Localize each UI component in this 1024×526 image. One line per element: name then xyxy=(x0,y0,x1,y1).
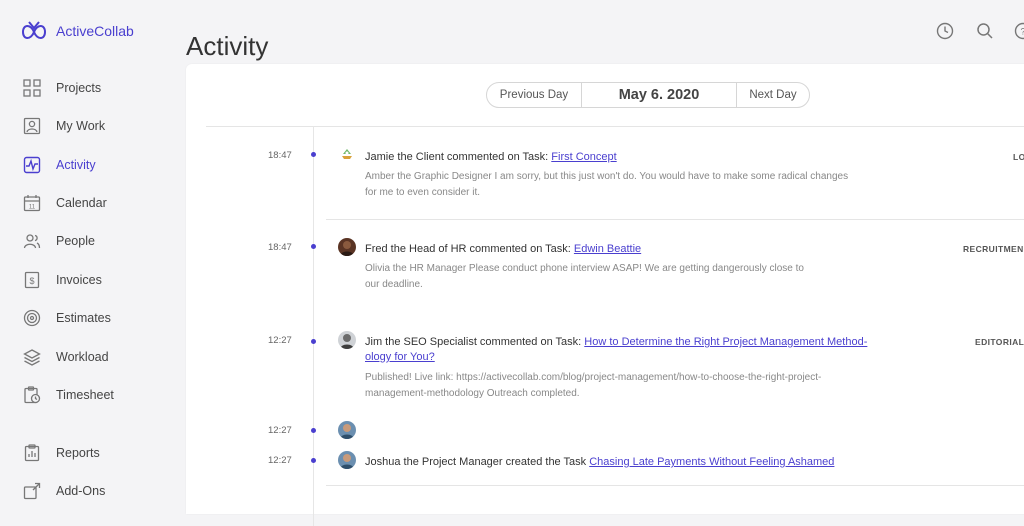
app-name: ActiveCollab xyxy=(56,23,134,39)
entry-headline: Fred the Head of HR commented on Task: E… xyxy=(365,242,641,257)
divider xyxy=(326,485,1024,486)
sidebar-item-label: Activity xyxy=(56,158,96,172)
sidebar-item-workload[interactable]: Workload xyxy=(0,342,170,372)
task-link[interactable]: Chasing Late Payments Without Feeling As… xyxy=(589,456,834,468)
target-icon xyxy=(23,309,41,327)
sidebar-item-people[interactable]: People xyxy=(0,226,170,256)
sidebar-item-label: Calendar xyxy=(56,196,107,210)
day-navigation: Previous Day May 6. 2020 Next Day xyxy=(486,82,810,108)
report-icon xyxy=(23,444,41,462)
entry-headline: Joshua the Project Manager created the T… xyxy=(365,455,834,470)
entry-time: 12:27 xyxy=(268,335,292,346)
clock-icon[interactable] xyxy=(936,22,954,40)
sidebar: ActiveCollab Projects My Work Activity 1… xyxy=(0,0,170,504)
task-link[interactable]: Edwin Beattie xyxy=(574,243,641,255)
avatar[interactable] xyxy=(338,451,356,469)
svg-text:11: 11 xyxy=(29,205,36,211)
clipboard-clock-icon xyxy=(23,386,41,404)
entry-headline: Jim the SEO Specialist commented on Task… xyxy=(365,335,867,365)
activecollab-logo-icon xyxy=(20,18,48,44)
entry-description: Olivia the HR Manager Please conduct pho… xyxy=(365,261,804,277)
sidebar-item-label: My Work xyxy=(56,119,105,133)
activity-panel: Previous Day May 6. 2020 Next Day 18:47 … xyxy=(186,64,1024,514)
search-icon[interactable] xyxy=(976,22,994,40)
avatar[interactable] xyxy=(338,421,356,439)
divider xyxy=(326,219,1024,220)
task-link[interactable]: First Concept xyxy=(551,151,616,163)
entry-description: Amber the Graphic Designer I am sorry, b… xyxy=(365,169,848,185)
sidebar-item-label: Add-Ons xyxy=(56,484,105,498)
timeline-line xyxy=(313,126,314,526)
help-icon[interactable]: ? xyxy=(1014,22,1024,40)
entry-time: 12:27 xyxy=(268,425,292,436)
sidebar-item-add-ons[interactable]: Add-Ons xyxy=(0,476,170,506)
entry-description: our deadline. xyxy=(365,277,423,293)
sidebar-item-projects[interactable]: Projects xyxy=(0,73,170,103)
entry-description: management-methodology Outreach complete… xyxy=(365,386,580,402)
previous-day-button[interactable]: Previous Day xyxy=(486,82,582,108)
next-day-button[interactable]: Next Day xyxy=(736,82,810,108)
sidebar-item-activity[interactable]: Activity xyxy=(0,150,170,180)
people-icon xyxy=(23,232,41,250)
entry-text: Jamie the Client commented on Task: xyxy=(365,151,551,163)
entry-time: 18:47 xyxy=(268,242,292,253)
user-card-icon xyxy=(23,117,41,135)
entry-time: 18:47 xyxy=(268,150,292,161)
invoice-icon: $ xyxy=(23,271,41,289)
entry-text: Fred the Head of HR commented on Task: xyxy=(365,243,574,255)
sidebar-item-label: Projects xyxy=(56,81,101,95)
sidebar-item-label: Timesheet xyxy=(56,388,114,402)
calendar-icon: 11 xyxy=(23,194,41,212)
entry-headline: Jamie the Client commented on Task: Firs… xyxy=(365,150,617,165)
app-logo[interactable]: ActiveCollab xyxy=(20,18,134,44)
entry-text: Jim the SEO Specialist commented on Task… xyxy=(365,336,584,348)
project-tag[interactable]: RECRUITMEN xyxy=(963,244,1024,254)
entry-description: Published! Live link: https://activecoll… xyxy=(365,370,821,386)
entry-description: for me to even consider it. xyxy=(365,185,480,201)
activity-icon xyxy=(23,156,41,174)
task-link-continued[interactable]: ology for You? xyxy=(365,351,435,363)
sidebar-item-reports[interactable]: Reports xyxy=(0,438,170,468)
page-title: Activity xyxy=(186,31,268,62)
timeline-dot xyxy=(311,244,316,249)
project-tag[interactable]: EDITORIAL xyxy=(975,337,1024,347)
addons-icon xyxy=(23,482,41,500)
sidebar-item-calendar[interactable]: 11 Calendar xyxy=(0,188,170,218)
task-link[interactable]: How to Determine the Right Project Manag… xyxy=(584,336,867,348)
current-date: May 6. 2020 xyxy=(582,82,736,108)
timeline-dot xyxy=(311,152,316,157)
sidebar-item-label: Reports xyxy=(56,446,100,460)
divider xyxy=(206,126,1024,127)
sidebar-item-label: Estimates xyxy=(56,311,111,325)
grid-icon xyxy=(23,79,41,97)
entry-time: 12:27 xyxy=(268,455,292,466)
avatar[interactable] xyxy=(338,145,356,163)
timeline-dot xyxy=(311,428,316,433)
sidebar-item-estimates[interactable]: Estimates xyxy=(0,303,170,333)
sidebar-item-timesheet[interactable]: Timesheet xyxy=(0,380,170,410)
sidebar-item-label: Invoices xyxy=(56,273,102,287)
avatar[interactable] xyxy=(338,331,356,349)
svg-text:$: $ xyxy=(29,276,34,286)
timeline-dot xyxy=(311,458,316,463)
svg-text:?: ? xyxy=(1020,27,1024,37)
sidebar-item-label: Workload xyxy=(56,350,109,364)
sidebar-item-invoices[interactable]: $ Invoices xyxy=(0,265,170,295)
entry-text: Joshua the Project Manager created the T… xyxy=(365,456,589,468)
sidebar-item-my-work[interactable]: My Work xyxy=(0,111,170,141)
layers-icon xyxy=(23,348,41,366)
sidebar-item-label: People xyxy=(56,234,95,248)
project-tag[interactable]: LO xyxy=(1013,152,1024,162)
timeline-dot xyxy=(311,339,316,344)
avatar[interactable] xyxy=(338,238,356,256)
